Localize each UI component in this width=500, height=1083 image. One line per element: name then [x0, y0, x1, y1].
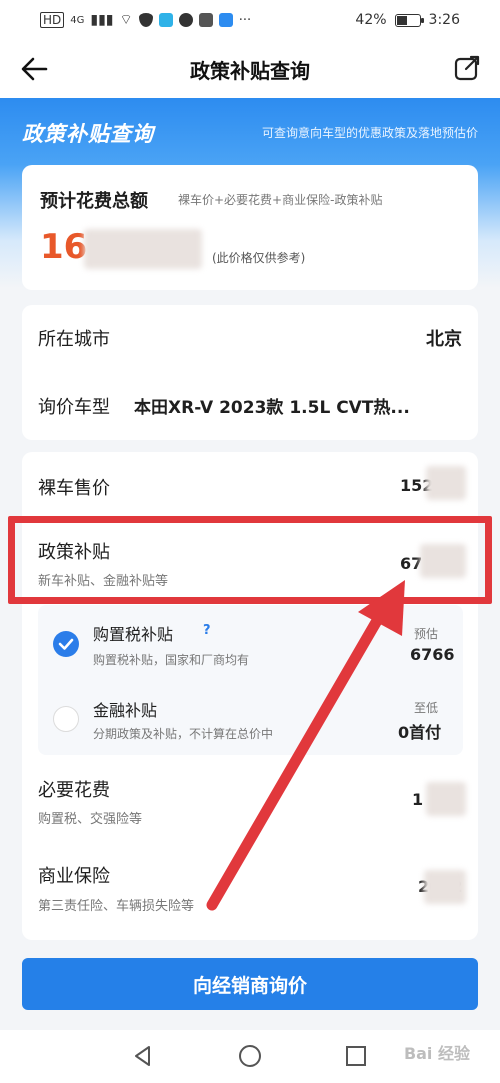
tax-subsidy-price: 6766 — [410, 645, 455, 664]
vehicle-info-card: 所在城市 北京 询价车型 本田XR-V 2023款 1.5L CVT热... — [22, 305, 478, 440]
total-formula: 裸车价+必要花费+商业保险-政策补贴 — [178, 193, 383, 207]
insurance-label: 商业保险 — [38, 866, 110, 887]
ask-dealer-button[interactable]: 向经销商询价 — [22, 958, 478, 1010]
app-icon — [198, 13, 213, 27]
page-title: 政策补贴查询 — [190, 58, 310, 83]
tax-subsidy-sub: 购置税补贴，国家和厂商均有 — [93, 653, 250, 667]
annotation-highlight-box — [8, 516, 492, 604]
blurred-value — [424, 870, 466, 904]
subsidy-options-panel: 购置税补贴 ? 购置税补贴，国家和厂商均有 预估 6766 金融补贴 分期政策及… — [38, 605, 463, 755]
finance-subsidy-prefix: 至低 — [414, 701, 439, 715]
back-arrow-icon[interactable] — [18, 52, 52, 86]
hero-logo: 政策补贴查询 — [22, 122, 154, 146]
tax-subsidy-prefix: 预估 — [414, 627, 439, 641]
total-title: 预计花费总额 — [40, 191, 148, 212]
bare-price-label: 裸车售价 — [38, 478, 110, 499]
help-icon[interactable]: ? — [203, 623, 211, 638]
shield-icon — [138, 13, 153, 27]
cloud-icon — [218, 13, 233, 27]
message-icon — [178, 13, 193, 27]
finance-subsidy-price: 0首付 — [398, 723, 442, 742]
blurred-value — [426, 466, 466, 500]
finance-subsidy-label: 金融补贴 — [93, 701, 158, 720]
back-nav-icon[interactable] — [131, 1044, 155, 1068]
finance-subsidy-sub: 分期政策及补贴，不计算在总价中 — [93, 727, 274, 741]
battery-icon — [394, 13, 424, 27]
more-icon: ··· — [238, 12, 252, 28]
app-icon — [158, 13, 173, 27]
watermark: Bai 经验 — [403, 1044, 470, 1063]
hero-description: 可查询意向车型的优惠政策及落地预估价 — [261, 126, 478, 140]
battery-percent: 42% — [355, 12, 387, 28]
model-label: 询价车型 — [38, 397, 110, 418]
network-label: 4G — [70, 14, 85, 26]
status-bar: HD 4G ▮▮▮ ⌔ ··· 42% 3:26 — [0, 0, 500, 40]
city-value[interactable]: 北京 — [426, 325, 462, 351]
home-nav-icon[interactable] — [237, 1043, 263, 1069]
city-label: 所在城市 — [38, 329, 110, 350]
tax-subsidy-label: 购置税补贴 — [93, 625, 174, 644]
checkmark-icon — [58, 638, 74, 650]
finance-subsidy-checkbox[interactable] — [53, 706, 79, 732]
insurance-sub: 第三责任险、车辆损失险等 — [38, 899, 195, 914]
necessary-cost-sub: 购置税、交强险等 — [38, 812, 143, 827]
sim-icon: HD — [40, 12, 65, 28]
necessary-cost-value: 1 — [412, 790, 424, 809]
blurred-value — [426, 782, 466, 816]
blurred-value — [84, 229, 202, 269]
wifi-icon: ⌔ — [119, 12, 133, 28]
total-cost-card: 预计花费总额 裸车价+必要花费+商业保险-政策补贴 16 (此价格仅供参考) — [22, 165, 478, 290]
clock: 3:26 — [428, 12, 460, 28]
signal-icon: ▮▮▮ — [90, 12, 114, 28]
total-value: 16 — [40, 227, 88, 267]
tax-subsidy-checkbox[interactable] — [53, 631, 79, 657]
nav-bar: 政策补贴查询 — [0, 40, 500, 98]
model-value[interactable]: 本田XR-V 2023款 1.5L CVT热... — [134, 393, 464, 418]
share-icon[interactable] — [452, 53, 482, 83]
recents-nav-icon[interactable] — [344, 1044, 368, 1068]
necessary-cost-label: 必要花费 — [38, 780, 110, 801]
total-note: (此价格仅供参考) — [212, 251, 306, 265]
